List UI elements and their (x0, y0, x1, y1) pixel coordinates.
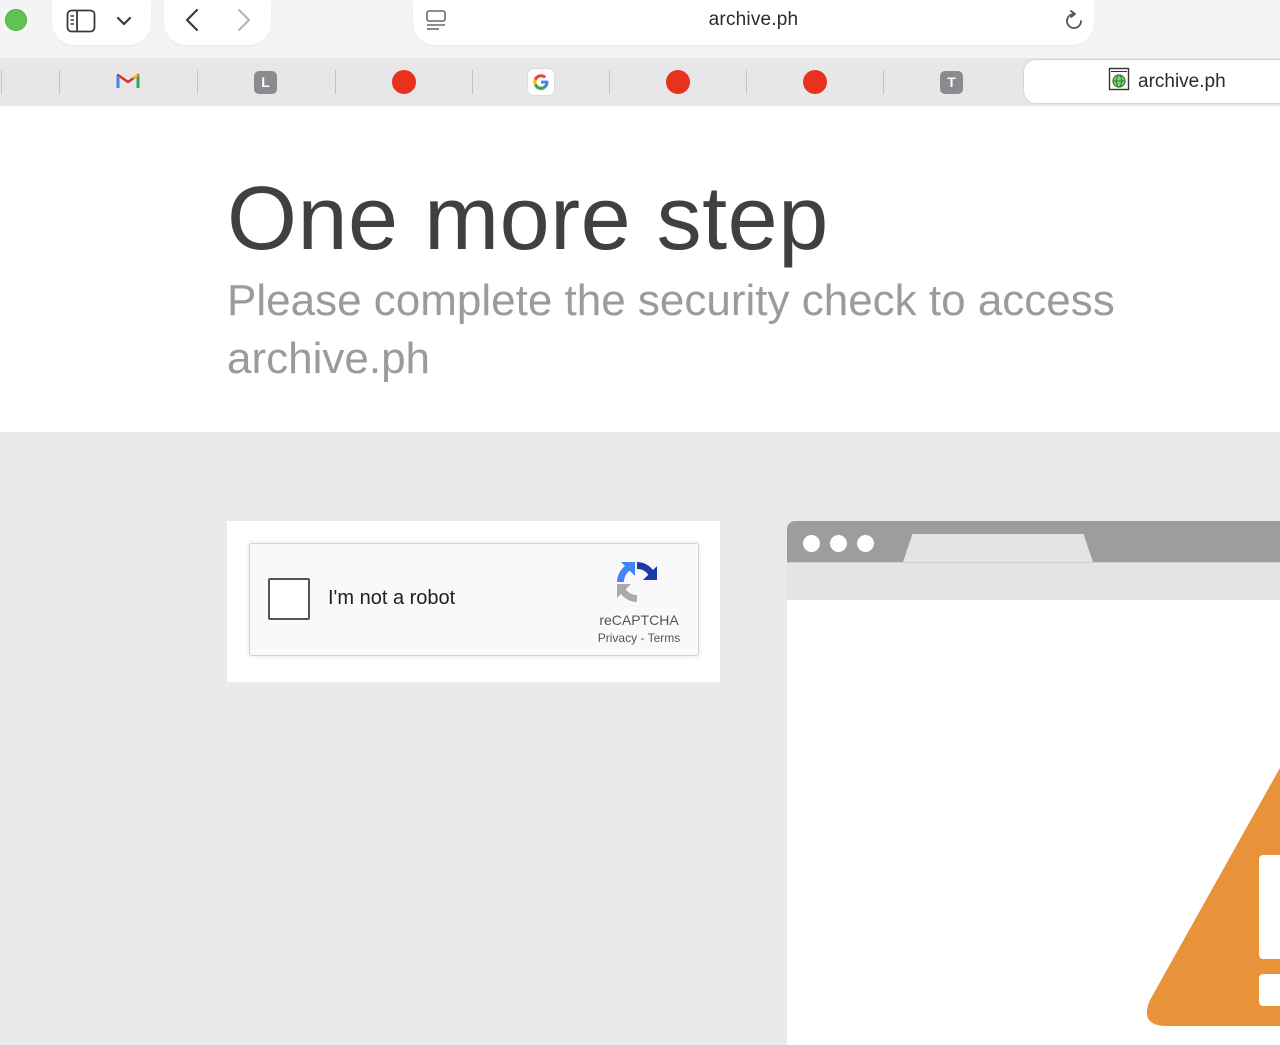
navigation-controls (164, 0, 271, 45)
illustration-content (787, 600, 1280, 1045)
tab-t[interactable]: T (883, 58, 1020, 106)
browser-illustration (787, 521, 1280, 1045)
letter-t-icon: T (940, 70, 963, 94)
red-dot-icon (802, 70, 827, 94)
privacy-link[interactable]: Privacy (598, 631, 637, 645)
address-bar[interactable]: archive.ph (413, 0, 1094, 45)
url-text[interactable]: archive.ph (413, 9, 1094, 31)
tab-l[interactable]: L (197, 58, 334, 106)
tab-bar: L T archive.ph (0, 58, 1280, 106)
google-icon (527, 69, 554, 95)
tab-separator (1, 70, 2, 94)
illustration-tab (903, 534, 1093, 562)
tab-red-1[interactable] (335, 58, 472, 106)
reload-icon[interactable] (1061, 8, 1087, 34)
recaptcha-checkbox[interactable] (268, 578, 310, 620)
recaptcha-logo-icon (613, 558, 661, 611)
window-zoom-button[interactable] (5, 9, 27, 31)
recaptcha-label: I'm not a robot (328, 587, 456, 609)
archive-globe-icon (1108, 67, 1130, 96)
illustration-dot (857, 535, 874, 552)
tab-google[interactable] (472, 58, 609, 106)
page-title: One more step (227, 169, 829, 269)
tab-archive-active[interactable]: archive.ph (1024, 60, 1280, 103)
red-dot-icon (665, 70, 690, 94)
letter-l-icon: L (254, 70, 277, 94)
page-header: One more step Please complete the securi… (0, 106, 1280, 432)
sidebar-controls (52, 0, 151, 45)
warning-triangle-icon (1146, 767, 1280, 1026)
active-tab-title: archive.ph (1138, 70, 1226, 92)
chevron-down-icon[interactable] (112, 9, 136, 33)
gmail-icon (116, 71, 140, 94)
forward-arrow-icon[interactable] (230, 5, 258, 35)
recaptcha-widget: I'm not a robot reCAPTCHA Privacy - Term… (249, 543, 699, 656)
tab-red-3[interactable] (746, 58, 883, 106)
recaptcha-brand: reCAPTCHA (599, 612, 679, 628)
red-dot-icon (391, 70, 416, 94)
page-subtitle: Please complete the security check to ac… (227, 276, 1115, 383)
terms-link[interactable]: Terms (648, 631, 681, 645)
browser-toolbar: archive.ph (0, 0, 1280, 58)
illustration-dot (830, 535, 847, 552)
illustration-dot (803, 535, 820, 552)
sidebar-toggle-icon[interactable] (64, 6, 98, 36)
links-separator: - (640, 631, 645, 645)
tab-red-2[interactable] (609, 58, 746, 106)
illustration-address-bar (787, 562, 1280, 600)
captcha-card: I'm not a robot reCAPTCHA Privacy - Term… (227, 521, 720, 682)
page-body: I'm not a robot reCAPTCHA Privacy - Term… (0, 432, 1280, 1045)
recaptcha-links: Privacy - Terms (560, 631, 718, 645)
back-arrow-icon[interactable] (178, 5, 206, 35)
illustration-window-bar (787, 521, 1280, 562)
tab-gmail[interactable] (59, 58, 196, 106)
